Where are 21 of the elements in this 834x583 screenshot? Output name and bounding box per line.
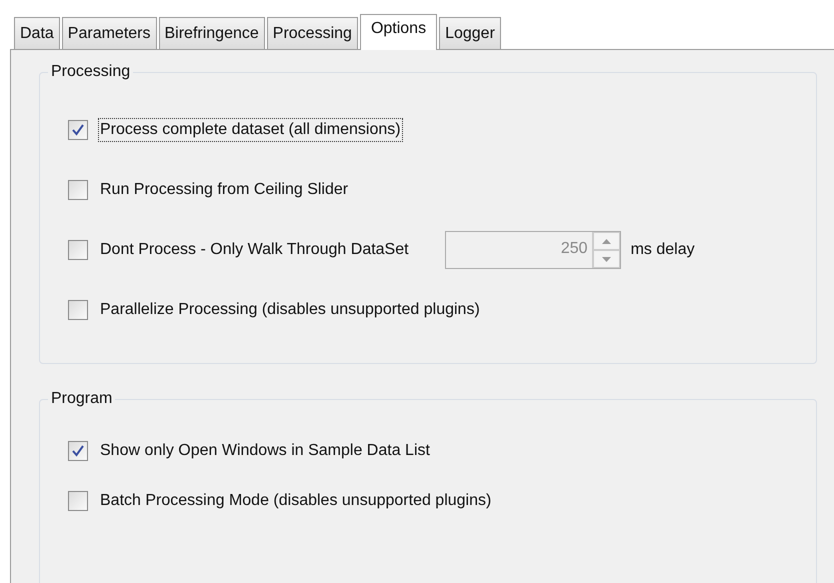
tab[interactable]: Parameters [62, 17, 156, 49]
checkbox[interactable] [68, 491, 88, 511]
checkbox[interactable] [68, 240, 88, 260]
tab[interactable]: Data [14, 17, 60, 49]
tab[interactable]: Logger [439, 17, 501, 49]
checkbox-label[interactable]: Batch Processing Mode (disables unsupported plugins) [98, 489, 494, 513]
checkbox-label[interactable]: Dont Process - Only Walk Through DataSet [98, 238, 411, 262]
checkbox-label[interactable]: Run Processing from Ceiling Slider [98, 178, 350, 202]
checkbox[interactable] [68, 120, 88, 140]
checkbox[interactable] [68, 180, 88, 200]
checkbox-label[interactable]: Process complete dataset (all dimensions) [98, 118, 403, 142]
tab[interactable]: Processing [266, 17, 358, 49]
checkbox[interactable] [68, 441, 88, 461]
tab[interactable]: Options [360, 14, 438, 50]
unit-label: ms delay [630, 240, 695, 260]
checkbox-label[interactable]: Parallelize Processing (disables unsupported plugins) [98, 298, 482, 322]
checkbox[interactable] [68, 300, 88, 320]
checkbox-label[interactable]: Show only Open Windows in Sample Data List [98, 439, 432, 463]
group-title: Program [48, 389, 116, 409]
tab[interactable]: Birefringence [158, 17, 265, 49]
group-title: Processing [48, 62, 134, 82]
